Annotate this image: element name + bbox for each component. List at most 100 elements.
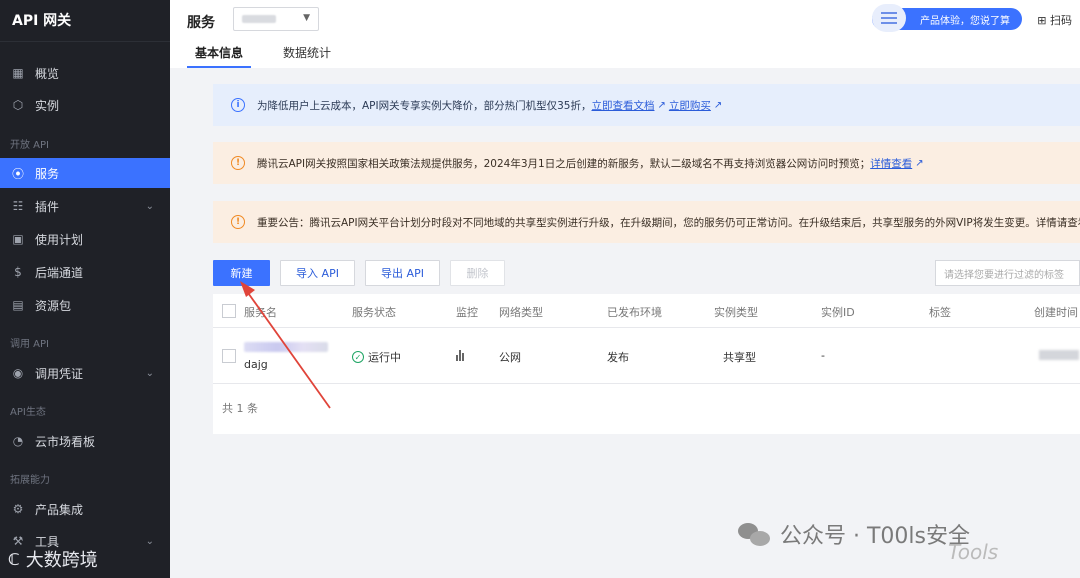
column-header: 监控 xyxy=(456,306,478,319)
section-api-ecosystem: API生态 xyxy=(10,407,46,418)
sidebar-item-instance[interactable]: ⬡ 实例 xyxy=(0,90,170,120)
select-all-checkbox[interactable] xyxy=(222,304,236,318)
sidebar-item-label: 插件 xyxy=(35,199,60,214)
column-header: 实例类型 xyxy=(714,306,758,319)
warning-banner: ! 腾讯云API网关按照国家相关政策法规提供服务，2024年3月1日之后创建的新… xyxy=(213,142,1080,184)
service-name-redacted xyxy=(244,342,328,352)
region-value-redacted xyxy=(242,15,276,23)
network-type: 公网 xyxy=(499,351,521,364)
watermark: 公众号 · T00ls安全 xyxy=(738,518,970,550)
export-api-button[interactable]: 导出 API xyxy=(365,260,440,286)
detail-link[interactable]: 详情查看 xyxy=(870,156,912,171)
check-circle-icon: ✓ xyxy=(352,351,364,363)
status-badge: ✓ 运行中 xyxy=(352,349,401,365)
service-table: 服务名 服务状态 监控 网络类型 已发布环境 实例类型 实例ID 标签 创建时间… xyxy=(213,294,1080,434)
row-checkbox[interactable] xyxy=(222,349,236,363)
sidebar: API 网关 ▦ 概览 ⬡ 实例 开放 API ⦿ 服务 ☷ 插件 ⌄ ▣ 使用… xyxy=(0,0,170,578)
dollar-icon: $ xyxy=(14,265,22,279)
sidebar-item-usage-plan[interactable]: ▣ 使用计划 xyxy=(0,224,170,254)
service-icon: ⦿ xyxy=(11,166,24,181)
column-header: 创建时间 xyxy=(1034,306,1078,319)
info-banner-text: 为降低用户上云成本，API网关专享实例大降价，部分热门机型仅35折， xyxy=(257,99,592,112)
notice-banner-text: 重要公告：腾讯云API网关平台计划分时段对不同地域的共享型实例进行升级，在升级期… xyxy=(257,216,1080,229)
info-banner: i 为降低用户上云成本，API网关专享实例大降价，部分热门机型仅35折， 立即查… xyxy=(213,84,1080,126)
column-header: 网络类型 xyxy=(499,306,543,319)
sidebar-item-label: 使用计划 xyxy=(35,232,84,247)
instance-id: - xyxy=(821,349,825,362)
app: API 网关 ▦ 概览 ⬡ 实例 开放 API ⦿ 服务 ☷ 插件 ⌄ ▣ 使用… xyxy=(0,0,1080,578)
cube-icon: ⬡ xyxy=(12,98,24,112)
sidebar-item-label: 云市场看板 xyxy=(35,434,96,449)
package-icon: ▤ xyxy=(12,298,24,312)
bottom-logo-text: 大数跨境 xyxy=(25,550,98,571)
sidebar-item-label: 调用凭证 xyxy=(35,366,84,381)
section-open-api: 开放 API xyxy=(10,140,49,151)
column-header: 实例ID xyxy=(821,306,855,319)
scan-button[interactable]: ⊞ 扫码 xyxy=(1037,12,1072,28)
chevron-down-icon: ⌄ xyxy=(145,200,154,212)
bottom-logo: ℂ 大数跨境 xyxy=(8,546,98,572)
notice-banner: ! 重要公告：腾讯云API网关平台计划分时段对不同地域的共享型实例进行升级，在升… xyxy=(213,201,1080,243)
column-header: 服务名 xyxy=(244,306,277,319)
sidebar-item-backend-channel[interactable]: $ 后端通道 xyxy=(0,257,170,287)
section-extension: 拓展能力 xyxy=(10,475,50,486)
brand-title: API 网关 xyxy=(0,0,170,42)
sidebar-item-product-integration[interactable]: ⚙ 产品集成 xyxy=(0,494,170,524)
plugin-icon: ☷ xyxy=(12,199,24,213)
warning-icon: ! xyxy=(231,156,245,170)
sidebar-item-label: 产品集成 xyxy=(35,502,84,517)
warning-banner-text: 腾讯云API网关按照国家相关政策法规提供服务，2024年3月1日之后创建的新服务… xyxy=(257,157,871,170)
warning-icon: ! xyxy=(231,215,245,229)
table-total: 共 1 条 xyxy=(222,402,258,415)
header: 服务 ▼ 基本信息 数据统计 产品体验，您说了算 ⊞ 扫码 xyxy=(170,0,1080,68)
scan-label: 扫码 xyxy=(1050,14,1072,27)
sidebar-item-label: 服务 xyxy=(35,166,60,181)
brand-logo-icon: ℂ xyxy=(8,549,20,569)
tab-statistics[interactable]: 数据统计 xyxy=(275,44,339,67)
wechat-icon xyxy=(738,521,772,547)
sidebar-item-plugin[interactable]: ☷ 插件 ⌄ xyxy=(0,191,170,221)
table-row[interactable]: dajg ✓ 运行中 公网 发布 共享型 - xyxy=(213,328,1080,384)
sidebar-item-market-dashboard[interactable]: ◔ 云市场看板 xyxy=(0,426,170,456)
column-header: 已发布环境 xyxy=(607,306,662,319)
caret-down-icon: ▼ xyxy=(303,13,310,23)
sidebar-item-credential[interactable]: ◉ 调用凭证 ⌄ xyxy=(0,358,170,388)
plan-icon: ▣ xyxy=(12,232,24,246)
instance-type: 共享型 xyxy=(723,351,756,364)
watermark-logo: Tools xyxy=(948,540,999,564)
integration-icon: ⚙ xyxy=(12,502,24,516)
buy-link[interactable]: 立即购买 xyxy=(669,98,711,113)
sidebar-item-label: 后端通道 xyxy=(35,265,84,280)
sidebar-item-label: 实例 xyxy=(35,98,60,113)
credential-icon: ◉ xyxy=(12,366,24,380)
feedback-icon xyxy=(872,4,906,32)
sidebar-item-service[interactable]: ⦿ 服务 xyxy=(0,158,170,188)
sidebar-item-label: 概览 xyxy=(35,66,60,81)
new-button[interactable]: 新建 xyxy=(213,260,270,286)
info-icon: i xyxy=(231,98,245,112)
delete-button[interactable]: 删除 xyxy=(450,260,505,286)
published-env: 发布 xyxy=(607,351,629,364)
chevron-down-icon: ⌄ xyxy=(145,367,154,379)
dashboard-icon: ◔ xyxy=(12,434,24,448)
section-call-api: 调用 API xyxy=(10,339,49,350)
region-select[interactable]: ▼ xyxy=(233,7,319,31)
doc-link[interactable]: 立即查看文档 xyxy=(591,98,654,113)
sidebar-item-resource-pack[interactable]: ▤ 资源包 xyxy=(0,290,170,320)
watermark-text: 公众号 · T00ls安全 xyxy=(780,524,970,549)
tab-bar: 基本信息 数据统计 xyxy=(187,44,339,68)
service-name[interactable]: dajg xyxy=(244,358,268,371)
page-title: 服务 xyxy=(187,15,215,31)
sidebar-item-overview[interactable]: ▦ 概览 xyxy=(0,58,170,88)
monitor-icon[interactable] xyxy=(456,350,464,364)
qr-icon: ⊞ xyxy=(1037,14,1047,27)
column-header: 服务状态 xyxy=(352,306,396,319)
tag-filter-input[interactable]: 请选择您要进行过滤的标签 xyxy=(935,260,1080,286)
sidebar-item-label: 资源包 xyxy=(35,298,72,313)
column-header: 标签 xyxy=(929,306,951,319)
tab-basic-info[interactable]: 基本信息 xyxy=(187,44,252,68)
external-link-icon: ↗ xyxy=(915,157,924,169)
external-link-icon: ↗ xyxy=(713,99,723,111)
import-api-button[interactable]: 导入 API xyxy=(280,260,355,286)
status-text: 运行中 xyxy=(368,351,401,364)
